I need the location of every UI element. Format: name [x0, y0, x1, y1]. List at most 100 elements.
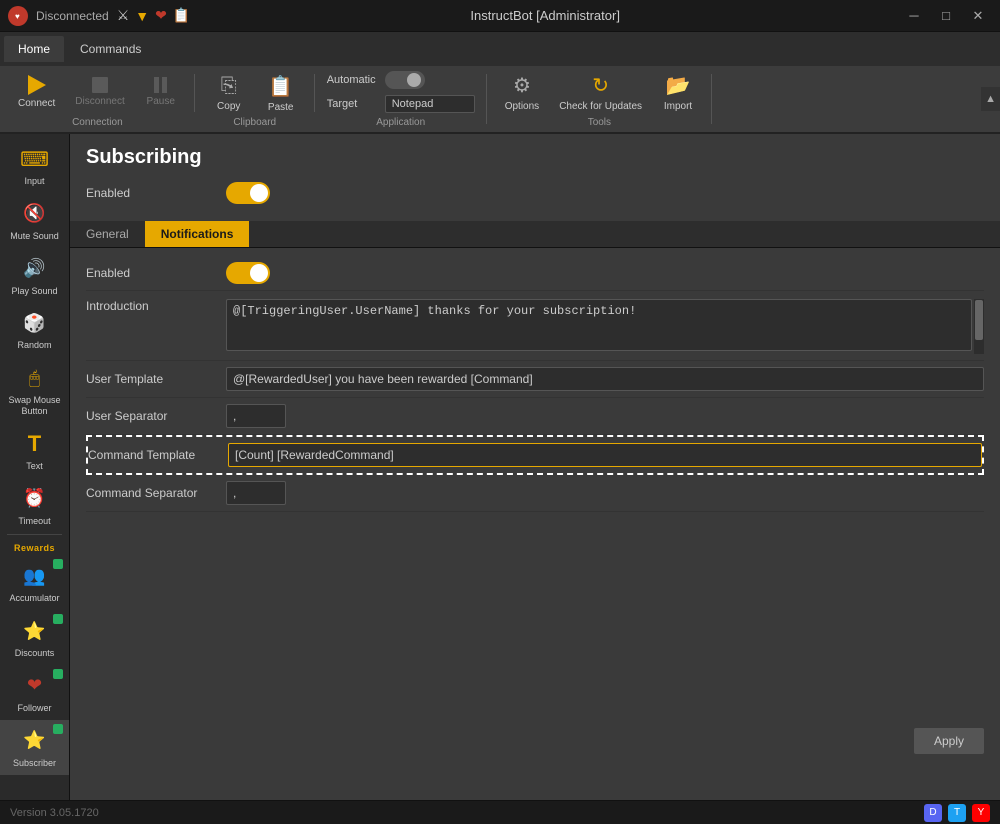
intro-scrollbar-track[interactable]: [974, 299, 984, 354]
content-area: Subscribing Enabled General Notification…: [70, 134, 1000, 800]
youtube-icon[interactable]: Y: [972, 804, 990, 822]
copy-label: Copy: [217, 101, 240, 112]
icon3: ❤: [155, 7, 167, 24]
menubar: Home Commands: [0, 32, 1000, 66]
notif-enabled-toggle[interactable]: [226, 262, 270, 284]
tab-home[interactable]: Home: [4, 36, 64, 62]
top-enabled-section: Enabled: [70, 177, 1000, 221]
timeout-icon: ⏰: [20, 484, 50, 514]
swap-mouse-icon: 🖱: [20, 363, 50, 393]
connect-label: Connect: [18, 98, 55, 109]
titlebar-controls: ─ □ ✕: [900, 5, 992, 27]
version-text: Version 3.05.1720: [10, 807, 99, 819]
sidebar-subscriber-label: Subscriber: [13, 758, 56, 769]
sidebar-item-follower[interactable]: ❤ Follower: [0, 665, 69, 720]
paste-button[interactable]: 📋 Paste: [257, 70, 305, 117]
command-template-input[interactable]: [228, 443, 982, 467]
apply-section: Apply: [70, 720, 1000, 762]
automatic-toggle[interactable]: [385, 71, 425, 89]
sidebar-swap-mouse-label: Swap Mouse Button: [4, 395, 65, 417]
connection-group-label: Connection: [0, 117, 195, 128]
options-label: Options: [505, 101, 539, 112]
automatic-label: Automatic: [327, 74, 377, 86]
sidebar-item-random[interactable]: 🎲 Random: [0, 302, 69, 357]
import-button[interactable]: 📂 Import: [654, 69, 702, 116]
sidebar-text-label: Text: [26, 461, 43, 472]
connect-button[interactable]: Connect: [10, 71, 63, 113]
check-updates-label: Check for Updates: [559, 101, 642, 112]
notif-enabled-knob: [250, 264, 268, 282]
apply-button[interactable]: Apply: [914, 728, 984, 754]
maximize-button[interactable]: □: [932, 5, 960, 27]
twitter-icon[interactable]: T: [948, 804, 966, 822]
toolbar-tools-section: ⚙ Options ↻ Check for Updates 📂 Import T…: [487, 66, 712, 132]
pause-label: Pause: [147, 96, 175, 107]
application-group-label: Application: [315, 117, 487, 128]
discord-icon[interactable]: D: [924, 804, 942, 822]
introduction-label: Introduction: [86, 299, 216, 313]
user-separator-input[interactable]: [226, 404, 286, 428]
follower-badge: [53, 669, 63, 679]
copy-button[interactable]: ⎘ Copy: [205, 71, 253, 116]
disconnect-button: Disconnect: [67, 73, 132, 111]
subtab-notifications[interactable]: Notifications: [145, 221, 250, 247]
toolbar-collapse-button[interactable]: ▲: [981, 87, 1000, 111]
close-button[interactable]: ✕: [964, 5, 992, 27]
minimize-button[interactable]: ─: [900, 5, 928, 27]
pause-icon: [154, 77, 167, 93]
copy-icon: ⎘: [221, 75, 237, 98]
intro-scrollbar-thumb[interactable]: [975, 300, 983, 340]
sidebar-item-timeout[interactable]: ⏰ Timeout: [0, 478, 69, 533]
sidebar-divider: [7, 534, 62, 535]
sidebar-item-discounts[interactable]: ⭐ Discounts: [0, 610, 69, 665]
app-icon: ♥: [8, 6, 28, 26]
icon2: ▼: [135, 8, 149, 24]
sidebar-item-subscriber[interactable]: ⭐ Subscriber: [0, 720, 69, 775]
accumulator-badge: [53, 559, 63, 569]
user-template-input[interactable]: [226, 367, 984, 391]
sidebar-item-accumulator[interactable]: 👥 Accumulator: [0, 555, 69, 610]
options-button[interactable]: ⚙ Options: [497, 69, 547, 116]
check-updates-button[interactable]: ↻ Check for Updates: [551, 69, 650, 116]
page-title: Subscribing: [70, 134, 1000, 177]
toolbar-connection-section: Connect Disconnect Pause Connection: [0, 66, 195, 132]
sidebar-random-label: Random: [17, 340, 51, 351]
notif-enabled-label: Enabled: [86, 266, 216, 280]
subscriber-icon: ⭐: [20, 726, 50, 756]
introduction-row: Introduction: [86, 291, 984, 361]
tools-group-label: Tools: [487, 117, 712, 128]
subtab-general[interactable]: General: [70, 221, 145, 247]
sidebar-item-play-sound[interactable]: 🔊 Play Sound: [0, 248, 69, 303]
sidebar-item-text[interactable]: T Text: [0, 423, 69, 478]
sidebar-item-input[interactable]: ⌨ Input: [0, 138, 69, 193]
titlebar: ♥ Disconnected ⚔ ▼ ❤ 📋 InstructBot [Admi…: [0, 0, 1000, 32]
import-label: Import: [664, 101, 692, 112]
icon1: ⚔: [117, 7, 130, 24]
command-separator-label: Command Separator: [86, 486, 216, 500]
clipboard-group-label: Clipboard: [195, 117, 315, 128]
sidebar-item-swap-mouse[interactable]: 🖱 Swap Mouse Button: [0, 357, 69, 423]
disconnect-label: Disconnect: [75, 96, 124, 107]
enabled-label: Enabled: [86, 186, 216, 200]
user-separator-row: User Separator: [86, 398, 984, 435]
paste-label: Paste: [268, 102, 294, 113]
text-icon: T: [20, 429, 50, 459]
follower-icon: ❤: [20, 671, 50, 701]
enabled-toggle[interactable]: [226, 182, 270, 204]
titlebar-title: InstructBot [Administrator]: [470, 8, 620, 23]
sidebar-follower-label: Follower: [17, 703, 51, 714]
titlebar-left: ♥ Disconnected ⚔ ▼ ❤ 📋: [8, 6, 190, 26]
sidebar-item-mute-sound[interactable]: 🔇 Mute Sound: [0, 193, 69, 248]
random-icon: 🎲: [20, 308, 50, 338]
enabled-row: Enabled: [86, 177, 984, 209]
bottom-icons: D T Y: [924, 804, 990, 822]
target-select[interactable]: Notepad: [385, 95, 475, 113]
toolbar-application-section: Automatic Target Notepad Application: [315, 66, 487, 132]
introduction-input[interactable]: [226, 299, 972, 351]
tab-commands[interactable]: Commands: [66, 36, 155, 62]
icon4: 📋: [173, 7, 190, 24]
bottombar: Version 3.05.1720 D T Y: [0, 800, 1000, 824]
import-icon: 📂: [666, 73, 691, 98]
disconnect-icon: [92, 77, 108, 93]
command-separator-input[interactable]: [226, 481, 286, 505]
